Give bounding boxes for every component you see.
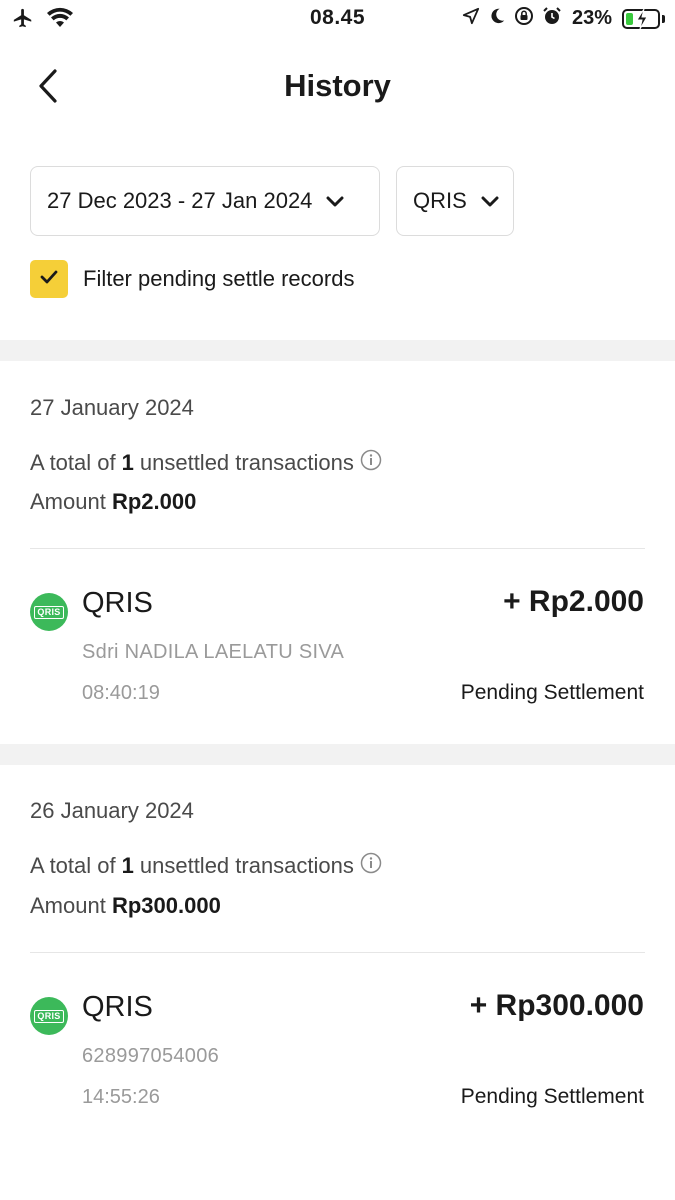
info-icon[interactable] [360,449,382,477]
location-icon [462,7,480,30]
transaction-time: 08:40:19 [82,682,160,704]
qris-logo-icon: QRIS [30,593,68,631]
moon-icon [488,7,506,30]
transaction-method: QRIS [82,587,153,619]
amount-label: Amount [30,489,106,514]
date-range-value: 27 Dec 2023 - 27 Jan 2024 [47,188,313,213]
section-amount: Amount Rp300.000 [30,893,221,919]
history-section: 26 January 2024 A total of 1 unsettled t… [0,765,675,1185]
transaction-item[interactable]: QRIS QRIS + Rp2.000 Sdri NADILA LAELATU … [0,585,675,715]
pending-filter-checkbox[interactable] [30,260,68,298]
battery-percent: 23% [571,7,612,29]
payment-type-value: QRIS [413,188,467,213]
section-date: 27 January 2024 [30,395,194,420]
page-title: History [284,68,391,103]
qris-logo-icon: QRIS [30,997,68,1035]
checkmark-icon [40,270,58,289]
amount-value: Rp300.000 [111,893,221,918]
battery-fill [626,12,633,25]
transaction-status: Pending Settlement [460,1085,644,1108]
battery-tip [662,14,665,23]
chevron-down-icon [481,188,499,214]
unsettled-summary: A total of 1 unsettled transactions [30,449,382,477]
summary-count: 1 [121,853,134,878]
divider [30,952,645,953]
status-bar: 08.45 23% [0,0,675,38]
chevron-down-icon [326,188,344,214]
amount-value: Rp2.000 [111,489,197,514]
transaction-item[interactable]: QRIS QRIS + Rp300.000 628997054006 14:55… [0,989,675,1119]
date-range-dropdown[interactable]: 27 Dec 2023 - 27 Jan 2024 [30,166,380,236]
transaction-amount: + Rp2.000 [503,585,644,618]
unsettled-summary: A total of 1 unsettled transactions [30,852,382,880]
transaction-time: 14:55:26 [82,1086,160,1108]
pending-filter-label: Filter pending settle records [83,266,355,291]
battery-icon [622,8,660,29]
transaction-amount: + Rp300.000 [469,989,644,1022]
alarm-icon [542,6,562,31]
filter-row: 27 Dec 2023 - 27 Jan 2024 QRIS [30,166,514,236]
summary-count: 1 [121,450,134,475]
info-icon[interactable] [360,852,382,880]
summary-prefix: A total of [30,853,116,878]
section-date: 26 January 2024 [30,798,194,823]
section-separator [0,744,675,765]
section-amount: Amount Rp2.000 [30,489,196,515]
status-right: 23% [462,6,665,31]
transaction-customer: 628997054006 [82,1045,220,1067]
divider [30,548,645,549]
summary-prefix: A total of [30,450,116,475]
transaction-status: Pending Settlement [460,681,644,704]
amount-label: Amount [30,893,106,918]
transaction-method: QRIS [82,991,153,1023]
summary-suffix: unsettled transactions [139,450,354,475]
history-section: 27 January 2024 A total of 1 unsettled t… [0,361,675,744]
payment-type-dropdown[interactable]: QRIS [396,166,514,236]
pending-filter-row: Filter pending settle records [30,260,354,298]
rotation-lock-icon [514,6,534,31]
transaction-customer: Sdri NADILA LAELATU SIVA [82,641,345,663]
header: History [0,54,675,120]
summary-suffix: unsettled transactions [139,853,354,878]
section-separator [0,340,675,361]
